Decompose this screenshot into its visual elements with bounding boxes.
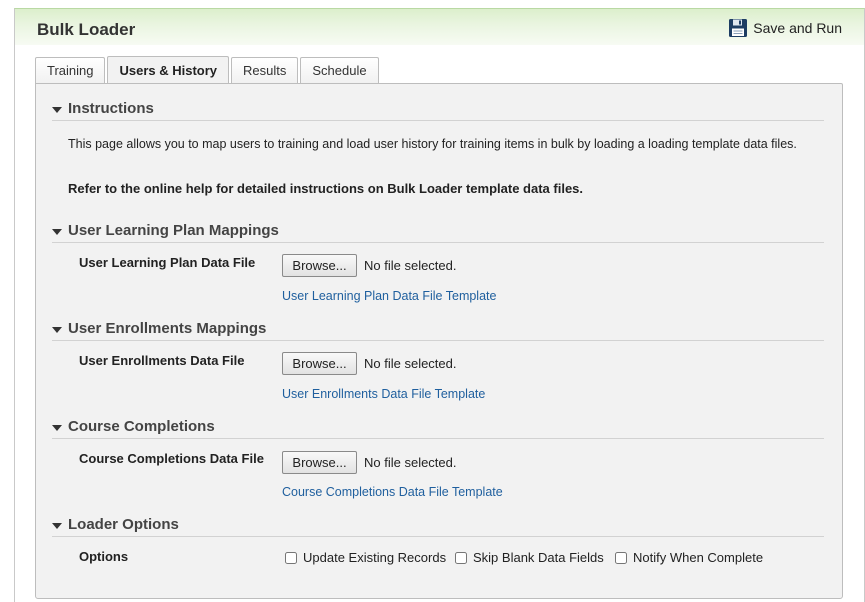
save-and-run-label: Save and Run [753, 20, 842, 36]
update-existing-records-checkbox[interactable] [285, 551, 297, 564]
completions-section-header[interactable]: Course Completions [52, 418, 824, 439]
skip-blank-data-fields-checkbox[interactable] [455, 551, 467, 564]
floppy-disk-icon [729, 19, 748, 37]
completions-browse-button[interactable]: Browse... [282, 451, 357, 474]
save-and-run-button[interactable]: Save and Run [728, 18, 842, 38]
triangle-down-icon [52, 523, 62, 529]
tab-results[interactable]: Results [231, 57, 299, 83]
enrollments-template-link[interactable]: User Enrollments Data File Template [282, 387, 485, 401]
completions-file-status: No file selected. [364, 455, 457, 470]
completions-field-label: Course Completions Data File [79, 451, 264, 466]
tab-schedule[interactable]: Schedule [300, 57, 379, 83]
completions-title: Course Completions [68, 418, 215, 435]
bulk-loader-window: Bulk Loader Save and Run Training Users … [14, 8, 865, 602]
option-skip-blank-data-fields[interactable]: Skip Blank Data Fields [455, 550, 604, 565]
triangle-down-icon [52, 107, 62, 113]
options-field-label: Options [79, 549, 129, 564]
header-bar: Bulk Loader Save and Run [15, 9, 864, 45]
skip-blank-data-fields-label: Skip Blank Data Fields [473, 550, 604, 565]
completions-template-link[interactable]: Course Completions Data File Template [282, 485, 503, 499]
learning-plan-field-label: User Learning Plan Data File [79, 255, 256, 270]
option-update-existing-records[interactable]: Update Existing Records [285, 550, 446, 565]
tab-users-history[interactable]: Users & History [107, 56, 230, 84]
option-notify-when-complete[interactable]: Notify When Complete [615, 550, 763, 565]
enrollments-file-status: No file selected. [364, 356, 457, 371]
users-history-panel: Instructions This page allows you to map… [35, 83, 843, 599]
learning-plan-template-link[interactable]: User Learning Plan Data File Template [282, 289, 496, 303]
tab-training[interactable]: Training [35, 57, 106, 83]
enrollments-browse-button[interactable]: Browse... [282, 352, 357, 375]
triangle-down-icon [52, 425, 62, 431]
learning-plan-browse-button[interactable]: Browse... [282, 254, 357, 277]
learning-plan-title: User Learning Plan Mappings [68, 222, 279, 239]
notify-when-complete-checkbox[interactable] [615, 551, 627, 564]
instructions-title: Instructions [68, 100, 154, 117]
learning-plan-section-header[interactable]: User Learning Plan Mappings [52, 222, 824, 243]
enrollments-title: User Enrollments Mappings [68, 320, 267, 337]
tab-bar: Training Users & History Results Schedul… [35, 56, 381, 84]
page-title: Bulk Loader [37, 20, 136, 39]
instructions-text: This page allows you to map users to tra… [68, 137, 797, 151]
triangle-down-icon [52, 327, 62, 333]
instructions-note: Refer to the online help for detailed in… [68, 181, 584, 196]
enrollments-section-header[interactable]: User Enrollments Mappings [52, 320, 824, 341]
instructions-section-header[interactable]: Instructions [52, 100, 824, 121]
learning-plan-file-status: No file selected. [364, 258, 457, 273]
loader-options-title: Loader Options [68, 516, 179, 533]
notify-when-complete-label: Notify When Complete [633, 550, 764, 565]
enrollments-field-label: User Enrollments Data File [79, 353, 245, 368]
update-existing-records-label: Update Existing Records [303, 550, 447, 565]
loader-options-section-header[interactable]: Loader Options [52, 516, 824, 537]
triangle-down-icon [52, 229, 62, 235]
